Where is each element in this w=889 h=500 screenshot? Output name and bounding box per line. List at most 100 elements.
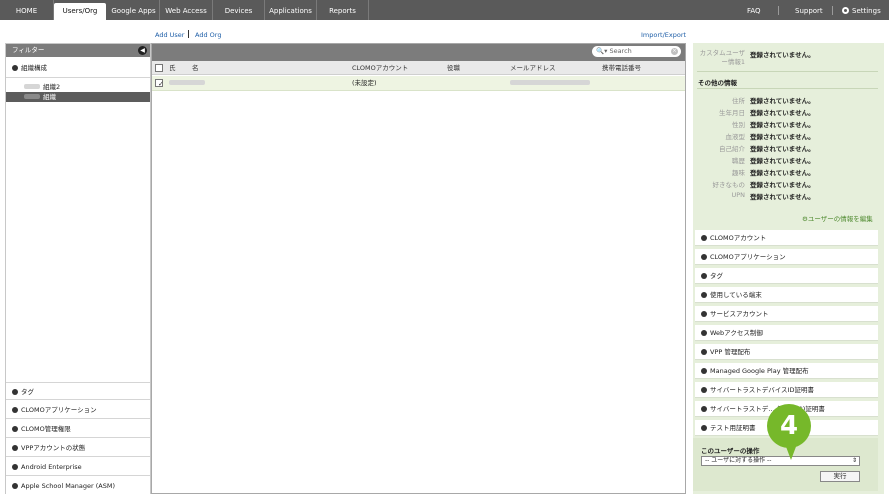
field-value-blood-type: 登録されていません。 <box>750 133 815 141</box>
column-mobile-phone[interactable]: 携帯電話番号 <box>602 61 641 75</box>
accordion-clomo-account[interactable]: CLOMOアカウント <box>695 230 878 246</box>
accordion-label: VPP 管理配布 <box>710 348 751 356</box>
other-info-title: その他の情報 <box>698 79 737 87</box>
section-label: Android Enterprise <box>21 463 82 471</box>
gear-icon <box>842 7 849 14</box>
column-last-name[interactable]: 氏 <box>169 61 176 75</box>
accordion-cybertrust-device-id[interactable]: サイバートラストデバイスID証明書 <box>695 382 878 398</box>
expand-icon <box>701 329 707 336</box>
tree-node-org2[interactable]: 組織2 <box>6 82 150 92</box>
filter-title: フィルター <box>12 46 45 54</box>
expand-icon <box>701 234 707 241</box>
section-label: CLOMO管理権限 <box>21 425 71 433</box>
accordion-label: サービスアカウント <box>710 310 769 318</box>
search-icon: 🔍▾ <box>596 47 608 55</box>
table-row[interactable]: ✓ (未設定) <box>152 76 685 91</box>
accordion-label: 使用している端末 <box>710 291 762 299</box>
column-clomo-account[interactable]: CLOMOアカウント <box>352 61 408 75</box>
settings-label: Settings <box>852 7 881 15</box>
tab-applications[interactable]: Applications <box>265 0 317 20</box>
edit-user-info-label: ユーザーの情報を編集 <box>807 215 873 223</box>
field-value-hobby: 登録されていません。 <box>750 169 815 177</box>
search-input[interactable]: 🔍▾ Search × <box>592 46 681 57</box>
custom-info-value: 登録されていません。 <box>750 51 815 59</box>
divider <box>697 88 878 89</box>
filter-section-android-enterprise[interactable]: Android Enterprise <box>6 458 150 476</box>
org-section-label: 組織構成 <box>21 64 47 72</box>
row-checkbox[interactable]: ✓ <box>155 79 164 88</box>
cell-email <box>510 76 593 91</box>
tree-node-label: 組織 <box>43 93 56 101</box>
expand-icon <box>12 64 18 71</box>
column-email[interactable]: メールアドレス <box>510 61 556 75</box>
filter-section-asm[interactable]: Apple School Manager (ASM) <box>6 477 150 495</box>
accordion-managed-google-play[interactable]: Managed Google Play 管理配布 <box>695 363 878 379</box>
divider <box>697 71 878 72</box>
import-export-link[interactable]: Import/Export <box>641 31 686 39</box>
field-value-upn: 登録されていません。 <box>750 193 815 201</box>
collapse-sidebar-icon[interactable]: ◀ <box>138 46 147 55</box>
field-value-birthday: 登録されていません。 <box>750 109 815 117</box>
field-label-hobby: 趣味 <box>732 169 745 177</box>
field-value-introduction: 登録されていません。 <box>750 145 815 153</box>
field-value-gender: 登録されていません。 <box>750 121 815 129</box>
accordion-devices-in-use[interactable]: 使用している端末 <box>695 287 878 303</box>
tab-home[interactable]: HOME <box>0 0 54 20</box>
accordion-label: CLOMOアカウント <box>710 234 767 242</box>
tab-reports[interactable]: Reports <box>317 0 369 20</box>
tree-node-org-selected[interactable]: 組織 <box>6 92 150 102</box>
add-user-link[interactable]: Add User <box>155 31 184 39</box>
field-value-address: 登録されていません。 <box>750 97 815 105</box>
section-label: タグ <box>21 388 34 396</box>
field-label-favorites: 好きなもの <box>712 181 746 189</box>
expand-icon <box>12 482 18 489</box>
edit-user-info-link[interactable]: ⚙ユーザーの情報を編集 <box>802 213 873 223</box>
add-org-link[interactable]: Add Org <box>195 31 221 39</box>
accordion-label: Webアクセス制御 <box>710 329 763 337</box>
accordion-web-access-control[interactable]: Webアクセス制御 <box>695 325 878 341</box>
accordion-service-account[interactable]: サービスアカウント <box>695 306 878 322</box>
tab-devices[interactable]: Devices <box>213 0 265 20</box>
settings-link[interactable]: Settings <box>842 0 881 20</box>
accordion-label: タグ <box>710 272 723 280</box>
execute-button[interactable]: 実行 <box>820 471 860 482</box>
accordion-tag[interactable]: タグ <box>695 268 878 284</box>
user-list-panel: 🔍▾ Search × 氏 名 CLOMOアカウント 役職 メールアドレス 携帯… <box>151 43 686 494</box>
column-title[interactable]: 役職 <box>447 61 460 75</box>
accordion-vpp-distribution[interactable]: VPP 管理配布 <box>695 344 878 360</box>
filter-section-tag[interactable]: タグ <box>6 382 150 400</box>
operation-select[interactable]: -- ユーザに対する操作 -- ⇕ <box>701 456 860 466</box>
accordion-label: Managed Google Play 管理配布 <box>710 367 809 375</box>
expand-icon <box>701 405 707 412</box>
expand-icon <box>12 463 18 470</box>
filter-section-clomo-apps[interactable]: CLOMOアプリケーション <box>6 401 150 419</box>
tab-google-apps[interactable]: Google Apps <box>108 0 160 20</box>
faq-link[interactable]: FAQ <box>747 0 761 20</box>
org-section-toggle[interactable]: 組織構成 <box>6 59 150 77</box>
support-link[interactable]: Support <box>795 0 823 20</box>
expand-icon <box>701 367 707 374</box>
tab-web-access[interactable]: Web Access <box>160 0 213 20</box>
column-first-name[interactable]: 名 <box>192 61 199 75</box>
field-label-birthday: 生年月日 <box>719 109 745 117</box>
filter-sidebar: フィルター ◀ 組織構成 組織2 組織 タグ CLOMOアプリケーション CLO… <box>5 43 151 495</box>
filter-section-vpp-status[interactable]: VPPアカウントの状態 <box>6 439 150 457</box>
step-number-callout: 4 <box>767 404 811 448</box>
operation-title: このユーザーの操作 <box>701 447 760 455</box>
select-all-checkbox[interactable] <box>155 64 163 72</box>
redacted-text <box>24 84 40 89</box>
clear-search-icon[interactable]: × <box>671 48 678 55</box>
table-header: 氏 名 CLOMOアカウント 役職 メールアドレス 携帯電話番号 <box>152 61 685 75</box>
filter-section-clomo-permission[interactable]: CLOMO管理権限 <box>6 420 150 438</box>
expand-icon <box>12 444 18 451</box>
select-arrows-icon: ⇕ <box>851 457 857 464</box>
expand-icon <box>701 310 707 317</box>
expand-icon <box>701 291 707 298</box>
accordion-label: テスト用証明書 <box>710 424 756 432</box>
expand-icon <box>12 406 18 413</box>
search-placeholder: Search <box>609 47 632 55</box>
tab-users-org[interactable]: Users/Org <box>54 3 106 20</box>
link-divider <box>188 30 189 38</box>
accordion-clomo-applications[interactable]: CLOMOアプリケーション <box>695 249 878 265</box>
section-label: CLOMOアプリケーション <box>21 406 97 414</box>
